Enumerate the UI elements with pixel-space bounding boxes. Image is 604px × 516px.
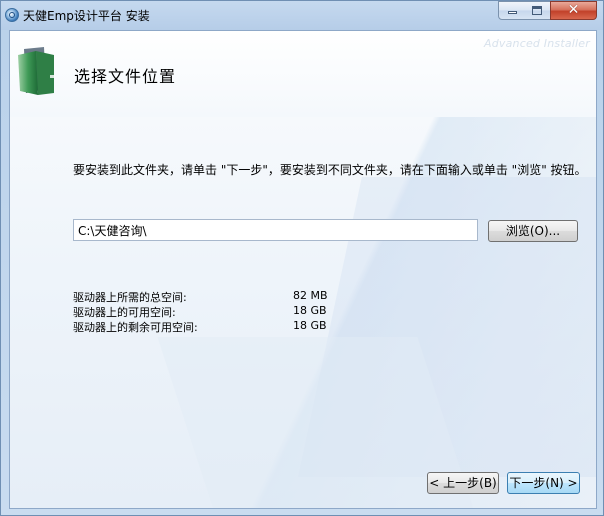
space-label: 驱动器上所需的总空间: <box>73 291 187 304</box>
brand-watermark: Advanced Installer <box>483 37 590 50</box>
minimize-icon <box>508 11 517 14</box>
installer-content: Advanced Installer 选择文件位置 要安装到此文件夹，请单击 "… <box>9 30 597 509</box>
folder-icon <box>18 47 55 95</box>
back-button[interactable]: < 上一步(B) <box>427 472 499 494</box>
window-title: 天健Emp设计平台 安装 <box>23 9 150 23</box>
space-value: 18 GB <box>293 319 327 332</box>
app-icon <box>5 8 19 22</box>
space-value: 82 MB <box>293 289 328 302</box>
close-button[interactable]: ✕ <box>550 1 597 20</box>
space-label: 驱动器上的剩余可用空间: <box>73 321 198 334</box>
body-area: 要安装到此文件夹，请单击 "下一步"，要安装到不同文件夹，请在下面输入或单击 "… <box>10 117 596 508</box>
close-icon: ✕ <box>567 2 580 18</box>
maximize-button[interactable] <box>524 1 551 20</box>
title-bar[interactable]: 天健Emp设计平台 安装 ✕ <box>1 1 603 30</box>
space-value: 18 GB <box>293 304 327 317</box>
install-path-input[interactable] <box>73 219 478 241</box>
space-label: 驱动器上的可用空间: <box>73 306 176 319</box>
next-button[interactable]: 下一步(N) > <box>507 472 580 494</box>
maximize-icon <box>532 6 542 15</box>
header-band: Advanced Installer 选择文件位置 <box>10 31 596 117</box>
page-title: 选择文件位置 <box>74 67 177 86</box>
minimize-button[interactable] <box>498 1 525 20</box>
browse-button[interactable]: 浏览(O)... <box>488 220 578 242</box>
installer-window: 天健Emp设计平台 安装 ✕ Advanced Installer 选择文件位置… <box>0 0 604 516</box>
instructions-text: 要安装到此文件夹，请单击 "下一步"，要安装到不同文件夹，请在下面输入或单击 "… <box>73 163 587 177</box>
